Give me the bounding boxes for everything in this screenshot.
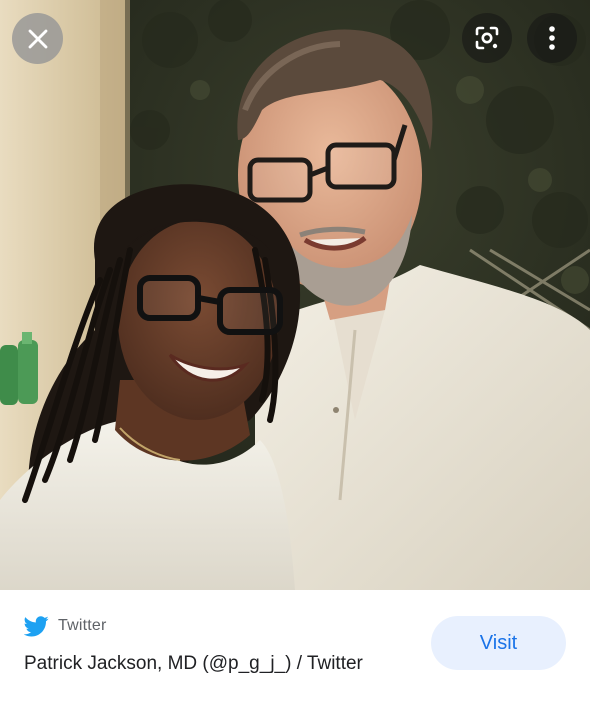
- google-lens-button[interactable]: [462, 13, 512, 63]
- close-icon: [28, 29, 47, 48]
- result-info-panel: Twitter Patrick Jackson, MD (@p_g_j_) / …: [0, 590, 590, 720]
- source-name: Twitter: [58, 617, 107, 634]
- close-button[interactable]: [12, 13, 63, 64]
- result-title[interactable]: Patrick Jackson, MD (@p_g_j_) / Twitter: [24, 649, 404, 678]
- image-viewer: Twitter Patrick Jackson, MD (@p_g_j_) / …: [0, 0, 590, 720]
- twitter-bird-icon: [24, 615, 49, 636]
- google-lens-icon: [475, 26, 499, 50]
- visit-button[interactable]: Visit: [431, 616, 566, 670]
- photo-illustration: [0, 0, 590, 590]
- source-row[interactable]: Twitter: [24, 614, 107, 638]
- more-options-button[interactable]: [527, 13, 577, 63]
- more-vert-icon: [549, 26, 555, 50]
- result-image[interactable]: [0, 0, 590, 590]
